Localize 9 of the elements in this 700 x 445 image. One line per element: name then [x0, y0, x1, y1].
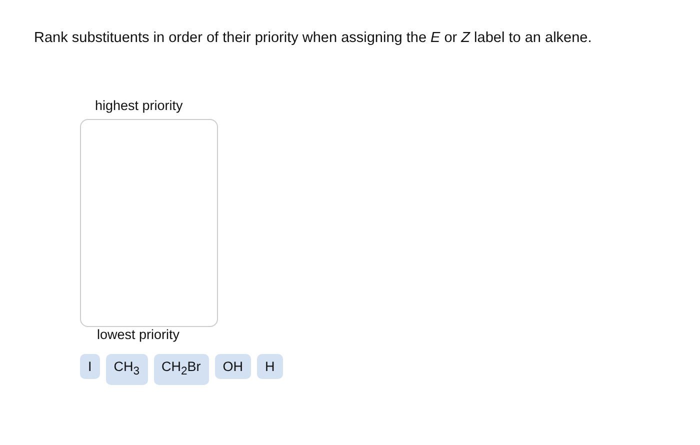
substituent-chip[interactable]: H: [257, 354, 283, 379]
substituent-chip[interactable]: CH$_{3}$: [106, 354, 148, 385]
substituent-chip[interactable]: CH$_{2}$Br: [154, 354, 209, 385]
highest-priority-label: highest priority: [95, 98, 183, 113]
lowest-priority-label: lowest priority: [97, 327, 180, 342]
ranking-drop-zone[interactable]: [80, 119, 218, 327]
substituent-chip[interactable]: OH: [214, 354, 252, 379]
substituent-chip[interactable]: I: [80, 354, 100, 379]
question-text: Rank substituents in order of their priority when assigning the E or Z label to an alkene.: [34, 30, 593, 46]
